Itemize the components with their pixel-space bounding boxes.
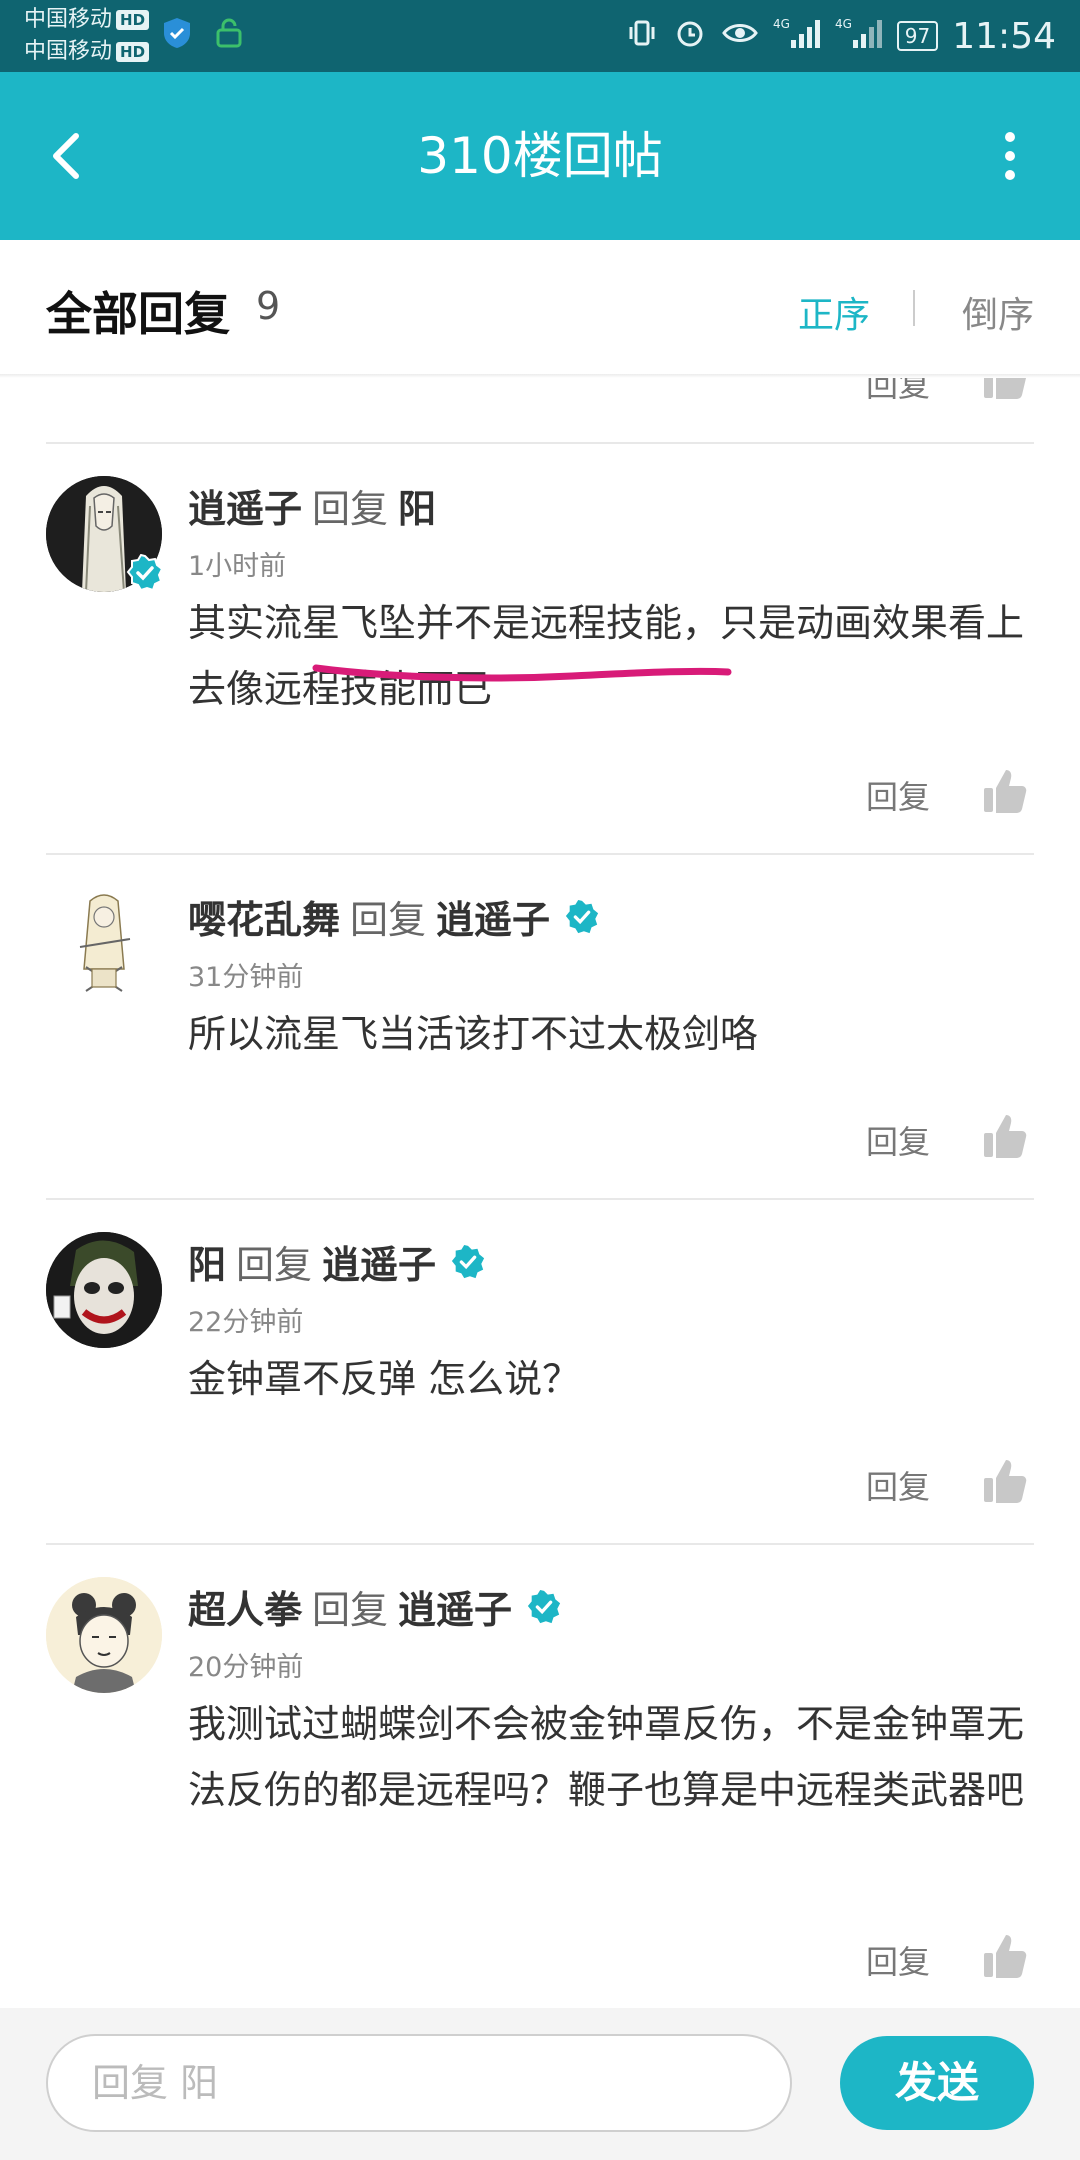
verified-icon	[450, 1244, 486, 1280]
sort-descending-tab[interactable]: 倒序	[962, 286, 1034, 338]
back-button[interactable]	[40, 126, 100, 186]
character-avatar-icon	[46, 1577, 162, 1693]
page-title: 310楼回帖	[417, 127, 663, 185]
thumbs-up-icon[interactable]	[980, 1456, 1030, 1506]
thumbs-up-icon[interactable]	[980, 766, 1030, 816]
clock: 11:54	[952, 15, 1056, 57]
comment-text: 其实流星飞坠并不是远程技能，只是动画效果看上去像远程技能而已	[188, 601, 1025, 711]
chevron-left-icon	[53, 133, 79, 179]
reply-button[interactable]: 回复	[866, 1117, 930, 1163]
svg-text:4G: 4G	[773, 17, 790, 31]
replies-count: 9	[256, 284, 281, 328]
reply-target[interactable]: 逍遥子	[436, 889, 550, 944]
svg-text:4G: 4G	[835, 17, 852, 31]
more-options-button[interactable]	[980, 126, 1040, 186]
alarm-icon	[673, 16, 707, 56]
vibrate-icon	[625, 16, 659, 56]
avatar[interactable]	[46, 1577, 162, 1693]
verified-icon	[564, 899, 600, 935]
comment-time: 20分钟前	[188, 1652, 304, 1683]
carrier-info: 中国移动 HD 中国移动 HD	[24, 4, 150, 68]
joker-avatar-icon	[46, 1232, 162, 1348]
title-bar: 310楼回帖	[0, 72, 1080, 240]
comment-text: 所以流星飞当活该打不过太极剑咯	[188, 1012, 759, 1056]
comment-text: 金钟罩不反弹 怎么说？	[188, 1357, 581, 1401]
reply-input[interactable]	[46, 2034, 792, 2132]
thumbs-up-icon[interactable]	[980, 378, 1030, 406]
reply-bar: 发送	[0, 2008, 1080, 2160]
comment-meta: 阳 回复 逍遥子	[188, 1234, 486, 1289]
reply-target[interactable]: 阳	[398, 478, 436, 533]
author-name[interactable]: 嘤花乱舞	[188, 889, 340, 944]
reply-button[interactable]: 回复	[866, 1937, 930, 1983]
replies-header: 全部回复 9 正序 倒序	[0, 240, 1080, 374]
replies-title: 全部回复	[46, 287, 230, 341]
comment-item: 逍遥子 回复 阳 1小时前 其实流星飞坠并不是远程技能，只是动画效果看上去像远程…	[0, 444, 1080, 854]
reply-word: 回复	[312, 1588, 389, 1632]
comment-time: 31分钟前	[188, 962, 304, 993]
comment-text: 我测试过蝴蝶剑不会被金钟罩反伤，不是金钟罩无法反伤的都是远程吗？鞭子也算是中远程…	[188, 1702, 1025, 1812]
comment-time: 22分钟前	[188, 1307, 304, 1338]
eye-icon	[721, 16, 759, 56]
character-avatar-icon	[46, 887, 162, 1003]
author-name[interactable]: 超人拳	[188, 1579, 302, 1634]
comment-item: 阳 回复 逍遥子 22分钟前 金钟罩不反弹 怎么说？ 回复	[0, 1200, 1080, 1544]
battery-indicator: 97	[896, 21, 939, 51]
hd-badge: HD	[116, 42, 150, 62]
comment-item: 嘤花乱舞 回复 逍遥子 31分钟前 所以流星飞当活该打不过太极剑咯 回复	[0, 855, 1080, 1199]
hd-badge: HD	[116, 10, 150, 30]
author-name[interactable]: 逍遥子	[188, 478, 302, 533]
comment-item: 超人拳 回复 逍遥子 20分钟前 我测试过蝴蝶剑不会被金钟罩反伤，不是金钟罩无法…	[0, 1545, 1080, 2008]
more-dot	[1005, 132, 1015, 142]
comment-meta: 逍遥子 回复 阳	[188, 478, 436, 533]
thumbs-up-icon[interactable]	[980, 1111, 1030, 1161]
carrier-2: 中国移动	[24, 39, 113, 64]
reply-word: 回复	[236, 1243, 313, 1287]
comment-meta: 嘤花乱舞 回复 逍遥子	[188, 889, 600, 944]
more-dot	[1005, 170, 1015, 180]
avatar[interactable]	[46, 887, 162, 1003]
status-bar: 中国移动 HD 中国移动 HD 4G 4G 97 11:54	[0, 0, 1080, 72]
carrier-1: 中国移动	[24, 7, 113, 32]
reply-word: 回复	[350, 898, 427, 942]
handwritten-underline-annotation	[312, 664, 732, 682]
author-name[interactable]: 阳	[188, 1234, 226, 1289]
previous-comment-actions: 回复	[0, 378, 1080, 444]
reply-button[interactable]: 回复	[866, 378, 930, 406]
reply-target[interactable]: 逍遥子	[398, 1579, 512, 1634]
avatar[interactable]	[46, 1232, 162, 1348]
verified-icon	[126, 553, 164, 592]
shield-icon	[160, 16, 194, 50]
wechat-lock-icon	[212, 16, 246, 50]
reply-button[interactable]: 回复	[866, 1462, 930, 1508]
reply-button[interactable]: 回复	[866, 772, 930, 818]
sort-divider	[913, 290, 915, 326]
reply-target[interactable]: 逍遥子	[322, 1234, 436, 1289]
comment-meta: 超人拳 回复 逍遥子	[188, 1579, 562, 1634]
more-dot	[1005, 151, 1015, 161]
thumbs-up-icon[interactable]	[980, 1931, 1030, 1981]
verified-icon	[526, 1589, 562, 1625]
comment-time: 1小时前	[188, 551, 287, 582]
send-button[interactable]: 发送	[840, 2036, 1034, 2130]
sort-ascending-tab[interactable]: 正序	[798, 286, 870, 338]
signal-icon-1: 4G	[773, 16, 821, 56]
signal-icon-2: 4G	[835, 16, 883, 56]
reply-word: 回复	[312, 487, 389, 531]
